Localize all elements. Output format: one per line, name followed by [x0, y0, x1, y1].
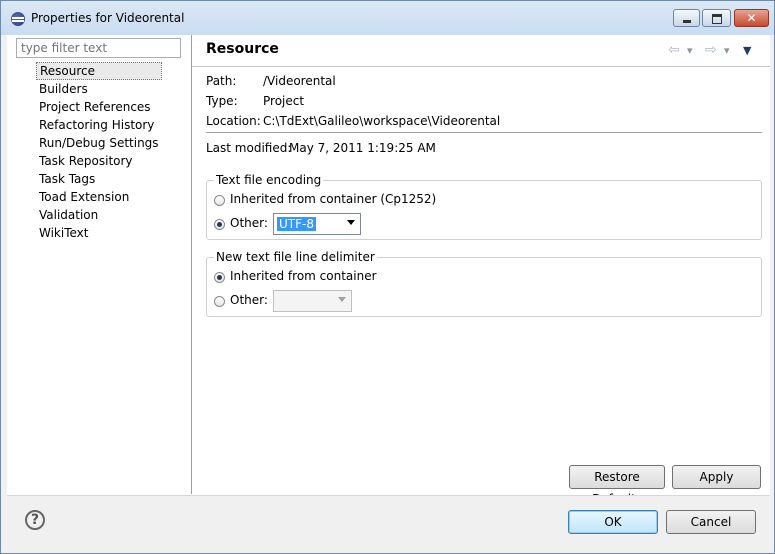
delimiter-inherited-radio[interactable] — [214, 272, 225, 283]
encoding-other-radio[interactable] — [214, 219, 225, 230]
back-arrow-icon[interactable]: ⇦ — [668, 42, 680, 58]
button-bar: ? OK Cancel — [7, 495, 770, 550]
tree-item-validation[interactable]: Validation — [36, 206, 162, 224]
restore-defaults-button[interactable]: Restore Defaults — [569, 465, 665, 506]
location-label: Location: — [206, 114, 261, 128]
forward-arrow-icon[interactable]: ⇨ — [705, 42, 717, 58]
eclipse-icon — [11, 12, 25, 26]
help-icon[interactable]: ? — [25, 510, 45, 530]
delimiter-other-label[interactable]: Other: — [230, 293, 268, 307]
cancel-button[interactable]: Cancel — [666, 510, 756, 534]
location-value: C:\TdExt\Galileo\workspace\Videorental — [263, 114, 501, 128]
title-bar[interactable]: Properties for Videorental ✕ — [1, 1, 774, 35]
sidebar: Resource Builders Project References Ref… — [7, 35, 192, 494]
delimiter-select[interactable] — [273, 290, 352, 312]
path-value: /Videorental — [263, 74, 336, 88]
type-label: Type: — [206, 94, 238, 108]
chevron-down-icon — [338, 297, 346, 302]
properties-dialog: Properties for Videorental ✕ Resource Bu… — [0, 0, 775, 554]
dialog-content: Resource Builders Project References Ref… — [7, 35, 770, 550]
tree-item-builders[interactable]: Builders — [36, 80, 162, 98]
ok-button[interactable]: OK — [568, 510, 658, 534]
delimiter-inherited-label[interactable]: Inherited from container — [230, 269, 377, 283]
encoding-inherited-label[interactable]: Inherited from container (Cp1252) — [230, 192, 436, 206]
page-header: Resource ⇦ ▾ ⇨ ▾ ▼ — [192, 35, 770, 67]
minimize-button[interactable] — [673, 9, 700, 27]
last-modified-label: Last modified: — [206, 141, 292, 155]
tree-item-wikitext[interactable]: WikiText — [36, 224, 162, 242]
line-delimiter-legend: New text file line delimiter — [216, 250, 375, 264]
apply-button[interactable]: Apply — [672, 465, 761, 489]
tree-item-resource[interactable]: Resource — [36, 62, 162, 80]
property-page: Resource ⇦ ▾ ⇨ ▾ ▼ Path: /Videorental Ty… — [192, 35, 770, 506]
encoding-inherited-radio[interactable] — [214, 195, 225, 206]
close-icon: ✕ — [746, 11, 757, 25]
line-delimiter-group: New text file line delimiter Inherited f… — [206, 250, 762, 317]
page-title: Resource — [206, 41, 279, 57]
view-menu-icon[interactable]: ▼ — [743, 44, 751, 57]
window-title: Properties for Videorental — [31, 11, 185, 25]
encoding-other-label[interactable]: Other: — [230, 216, 268, 230]
delimiter-other-radio[interactable] — [214, 296, 225, 307]
tree-item-toad-extension[interactable]: Toad Extension — [36, 188, 162, 206]
separator — [206, 132, 762, 133]
tree-item-project-references[interactable]: Project References — [36, 98, 162, 116]
forward-menu-icon[interactable]: ▾ — [724, 44, 730, 57]
close-button[interactable]: ✕ — [734, 9, 769, 27]
last-modified-value: May 7, 2011 1:19:25 AM — [289, 141, 436, 155]
property-page-tree: Resource Builders Project References Ref… — [36, 62, 162, 242]
text-file-encoding-group: Text file encoding Inherited from contai… — [206, 173, 762, 240]
tree-item-run-debug-settings[interactable]: Run/Debug Settings — [36, 134, 162, 152]
tree-item-task-tags[interactable]: Task Tags — [36, 170, 162, 188]
text-file-encoding-legend: Text file encoding — [216, 173, 322, 187]
maximize-button[interactable] — [702, 9, 731, 27]
tree-item-refactoring-history[interactable]: Refactoring History — [36, 116, 162, 134]
filter-input[interactable] — [16, 38, 181, 58]
chevron-down-icon — [347, 220, 355, 225]
page-body: Path: /Videorental Type: Project Locatio… — [192, 67, 770, 506]
tree-item-task-repository[interactable]: Task Repository — [36, 152, 162, 170]
back-menu-icon[interactable]: ▾ — [687, 44, 693, 57]
type-value: Project — [263, 94, 305, 108]
path-label: Path: — [206, 74, 237, 88]
encoding-select-value: UTF-8 — [277, 217, 316, 231]
encoding-select[interactable]: UTF-8 — [273, 213, 361, 235]
